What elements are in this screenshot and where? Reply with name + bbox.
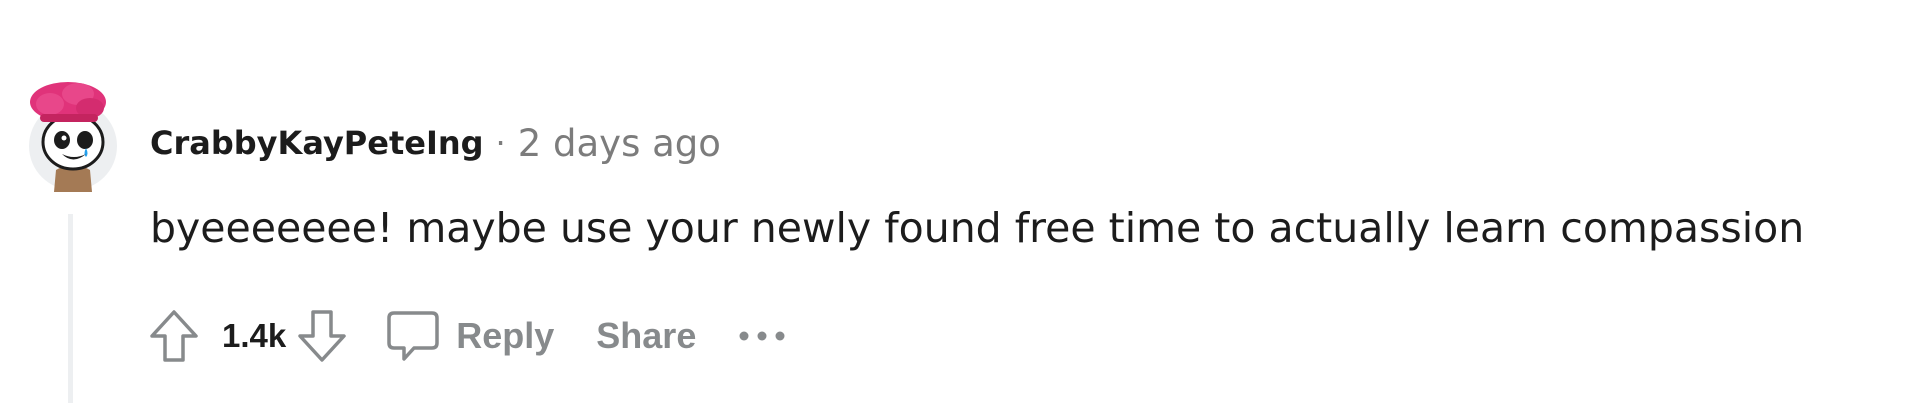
reply-label: Reply <box>456 315 555 356</box>
more-options-button[interactable] <box>736 316 788 356</box>
share-button[interactable]: Share <box>596 315 696 357</box>
comment-meta: CrabbyKayPeteIng · 2 days ago <box>150 120 721 166</box>
upvote-arrow-icon <box>150 310 198 362</box>
upvote-button[interactable] <box>144 306 204 366</box>
comment-actions: 1.4k Reply Share <box>144 306 788 366</box>
meta-separator: · <box>495 124 506 162</box>
vote-count: 1.4k <box>222 317 287 354</box>
user-avatar[interactable] <box>18 70 122 192</box>
downvote-arrow-icon <box>298 310 346 362</box>
downvote-button[interactable] <box>292 306 352 366</box>
speech-bubble-icon <box>387 311 439 361</box>
author-name[interactable]: CrabbyKayPeteIng <box>150 124 484 162</box>
snoo-avatar-icon <box>29 82 117 192</box>
comment-timestamp[interactable]: 2 days ago <box>518 122 721 165</box>
thread-line[interactable] <box>68 214 73 403</box>
comment-body: byeeeeeee! maybe use your newly found fr… <box>150 204 1805 252</box>
comment: CrabbyKayPeteIng · 2 days ago byeeeeeee!… <box>0 0 1920 403</box>
ellipsis-icon <box>739 331 785 341</box>
reply-button[interactable]: Reply <box>384 307 554 365</box>
share-label: Share <box>596 315 697 356</box>
